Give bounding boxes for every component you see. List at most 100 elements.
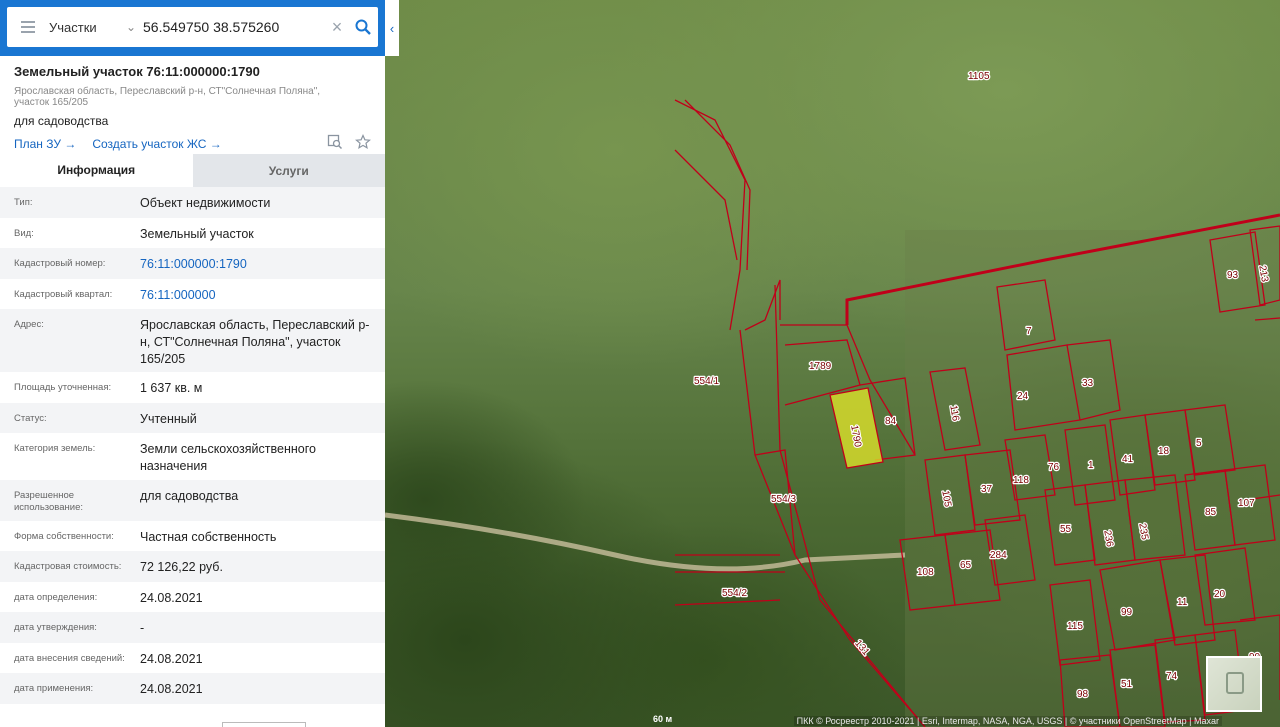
info-row-label: дата внесения сведений: xyxy=(14,653,125,664)
info-row-label: Кадастровая стоимость: xyxy=(14,561,122,572)
tab-information[interactable]: Информация xyxy=(0,154,193,187)
layers-icon xyxy=(1226,672,1244,694)
info-row-value: Земельный участок xyxy=(140,227,254,241)
parcel-label: 76 xyxy=(1048,462,1060,473)
info-row-value: Ярославская область, Переславский р-н, С… xyxy=(140,318,370,366)
parcel-label: 18 xyxy=(1158,446,1170,457)
create-parcel-link[interactable]: Создать участок ЖС → xyxy=(92,137,221,151)
info-row-label: дата применения: xyxy=(14,683,94,694)
info-row-label: Разрешенное использование: xyxy=(14,490,84,513)
info-row: Кадастровый номер: 76:11:000000:1790 xyxy=(0,248,385,279)
info-row-value: 24.08.2021 xyxy=(140,652,203,666)
info-row-value: для садоводства xyxy=(140,489,239,503)
info-row-value: Учтенный xyxy=(140,412,197,426)
plan-link[interactable]: План ЗУ → xyxy=(14,137,76,151)
parcel-label: 99 xyxy=(1121,607,1133,618)
info-row: дата утверждения: - xyxy=(0,612,385,643)
parcel-label: 84 xyxy=(885,416,897,427)
parcel-boundary xyxy=(674,99,746,331)
parcel-label: 20 xyxy=(1214,589,1226,600)
chevron-left-icon: ‹ xyxy=(389,20,395,36)
parcel-label: 37 xyxy=(981,484,993,495)
parcel-label: 55 xyxy=(1060,524,1072,535)
collapse-panel-button[interactable]: ‹ xyxy=(385,0,399,56)
info-row-link[interactable]: 76:11:000000 xyxy=(140,287,371,309)
info-row-label: дата определения: xyxy=(14,592,98,603)
parcel-label: 24 xyxy=(1017,391,1029,402)
info-row-label: дата утверждения: xyxy=(14,622,97,633)
info-row-link[interactable]: 76:11:000000:1790 xyxy=(140,256,371,279)
info-row-label: Адрес: xyxy=(14,319,44,330)
parcel-label: 554/3 xyxy=(771,494,796,505)
tab-bar: Информация Услуги xyxy=(0,154,385,187)
parcel-label: 131 xyxy=(852,638,871,658)
info-row: Кадастровый квартал: 76:11:000000 xyxy=(0,279,385,309)
info-row-value: - xyxy=(140,621,145,635)
parcel-label: 7 xyxy=(1026,326,1032,337)
map-attribution: ПКК © Росреестр 2010-2021 | Esri, Interm… xyxy=(793,716,1222,726)
info-row: Площадь уточненная: 1 637 кв. м xyxy=(0,372,385,403)
search-box: Участки ⌄ 56.549750 38.575260 × xyxy=(7,7,378,47)
info-row-value: Земли сельскохозяйственного назначения xyxy=(140,442,316,473)
info-row: Кадастровая стоимость: 72 126,22 руб. xyxy=(0,551,385,582)
info-row-value: 24.08.2021 xyxy=(140,591,203,605)
info-row: Тип: Объект недвижимости xyxy=(0,187,385,218)
info-row-value: 1 637 кв. м xyxy=(140,381,203,395)
info-row-label: Категория земель: xyxy=(14,443,96,454)
map-scale: 60 м xyxy=(653,714,673,724)
info-row-value: 24.08.2021 xyxy=(140,682,203,696)
object-title: Земельный участок 76:11:000000:1790 xyxy=(14,64,260,79)
info-row-label: Тип: xyxy=(14,197,33,208)
object-address: Ярославская область, Переславский р-н, С… xyxy=(14,86,321,108)
info-panel: Участки ⌄ 56.549750 38.575260 × Земельны… xyxy=(0,0,385,727)
parcel-label: 5 xyxy=(1196,438,1202,449)
parcel-label: 115 xyxy=(1067,621,1083,632)
search-input[interactable]: 56.549750 38.575260 xyxy=(143,19,326,35)
info-row-value: Объект недвижимости xyxy=(140,196,271,210)
info-row-value: Частная собственность xyxy=(140,530,277,544)
parcel-label: 51 xyxy=(1121,679,1133,690)
info-row: Форма собственности: Частная собственност… xyxy=(0,521,385,551)
parcel-label: 11 xyxy=(1177,597,1188,608)
dirt-road xyxy=(385,512,906,572)
info-row: дата определения: 24.08.2021 xyxy=(0,582,385,612)
menu-icon[interactable] xyxy=(7,21,49,33)
parcel-label: 93 xyxy=(1227,270,1239,281)
object-usage: для садоводства xyxy=(14,114,109,128)
parcel-label: 1105 xyxy=(968,71,990,82)
parcel-label: 74 xyxy=(1166,671,1178,682)
parcel-label: 118 xyxy=(1013,475,1029,486)
parcel-label: 33 xyxy=(1082,378,1094,389)
info-row-label: Кадастровый номер: xyxy=(14,258,106,269)
info-row-value: 72 126,22 руб. xyxy=(140,560,223,574)
map-view[interactable]: 1105 554/1 1789 1790 84 554/3 554/2 131 … xyxy=(385,0,1280,727)
parcel-label: 85 xyxy=(1205,507,1217,518)
info-row: Разрешенное использование: для садоводств… xyxy=(0,480,385,521)
info-row-label: Площадь уточненная: xyxy=(14,382,112,393)
parcel-label: 554/1 xyxy=(694,376,719,387)
info-table: Тип: Объект недвижимости Вид: Земельный уча… xyxy=(0,187,385,704)
chevron-down-icon[interactable]: ⌄ xyxy=(119,20,143,34)
scroll-hint xyxy=(222,722,306,727)
info-row: Вид: Земельный участок xyxy=(0,218,385,248)
parcel-label: 108 xyxy=(917,567,934,578)
tab-services[interactable]: Услуги xyxy=(192,154,385,187)
search-in-area-icon[interactable] xyxy=(327,134,343,153)
info-row: Категория земель: Земли сельскохозяйствен… xyxy=(0,433,385,480)
info-row: дата применения: 24.08.2021 xyxy=(0,673,385,704)
village-area xyxy=(905,230,1280,727)
layer-select[interactable]: Участки xyxy=(49,20,119,35)
basemap-switcher[interactable] xyxy=(1206,656,1262,712)
cadastral-overlay[interactable]: 1105 554/1 1789 1790 84 554/3 554/2 131 … xyxy=(385,0,1280,727)
search-icon[interactable] xyxy=(348,19,378,35)
parcel-label: 1789 xyxy=(809,361,832,372)
parcel-label: 1 xyxy=(1088,460,1094,471)
info-row-label: Статус: xyxy=(14,413,47,424)
info-row-label: Кадастровый квартал: xyxy=(14,289,113,300)
info-row: Статус: Учтенный xyxy=(0,403,385,433)
parcel-label: 98 xyxy=(1077,689,1089,700)
parcel-label: 107 xyxy=(1238,498,1255,509)
parcel-label: 41 xyxy=(1122,454,1134,465)
close-icon[interactable]: × xyxy=(326,17,348,38)
star-icon[interactable] xyxy=(355,134,371,153)
